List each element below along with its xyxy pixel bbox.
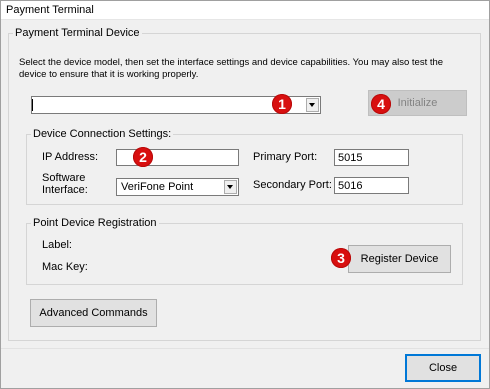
device-model-dropdown-arrow[interactable] [306,98,319,112]
software-interface-label-line2: Interface: [42,184,88,196]
software-interface-value: VeriFone Point [121,181,194,193]
callout-badge-3: 3 [331,248,351,268]
payment-terminal-device-legend: Payment Terminal Device [15,27,140,39]
primary-port-label: Primary Port: [253,151,318,163]
advanced-commands-button[interactable]: Advanced Commands [30,299,157,327]
point-device-registration-legend: Point Device Registration [33,217,157,229]
callout-badge-1: 1 [272,94,292,114]
text-cursor [32,99,33,111]
advanced-commands-button-label: Advanced Commands [39,307,148,319]
window-title: Payment Terminal [6,4,94,16]
footer-separator [1,348,489,349]
register-device-button-label: Register Device [360,253,439,265]
callout-badge-2: 2 [133,147,153,167]
software-interface-dropdown-arrow[interactable] [224,180,237,194]
device-connection-settings-legend: Device Connection Settings: [33,128,172,140]
title-bar: Payment Terminal [1,1,489,20]
chevron-down-icon [227,185,233,189]
close-button[interactable]: Close [405,354,481,382]
mac-key-label: Mac Key: [42,261,88,273]
primary-port-input[interactable]: 5015 [334,149,409,166]
callout-badge-4: 4 [371,94,391,114]
software-interface-dropdown[interactable]: VeriFone Point [116,178,239,196]
instructions-text: Select the device model, then set the in… [19,57,444,80]
chevron-down-icon [309,103,315,107]
secondary-port-label: Secondary Port: [253,179,332,191]
software-interface-label-line1: Software [42,172,86,184]
payment-terminal-window: Payment Terminal Payment Terminal Device… [0,0,490,389]
close-button-label: Close [428,362,458,374]
register-device-button[interactable]: Register Device [348,245,451,273]
secondary-port-input[interactable]: 5016 [334,177,409,194]
label-field-label: Label: [42,239,72,251]
ip-address-label: IP Address: [42,151,99,163]
